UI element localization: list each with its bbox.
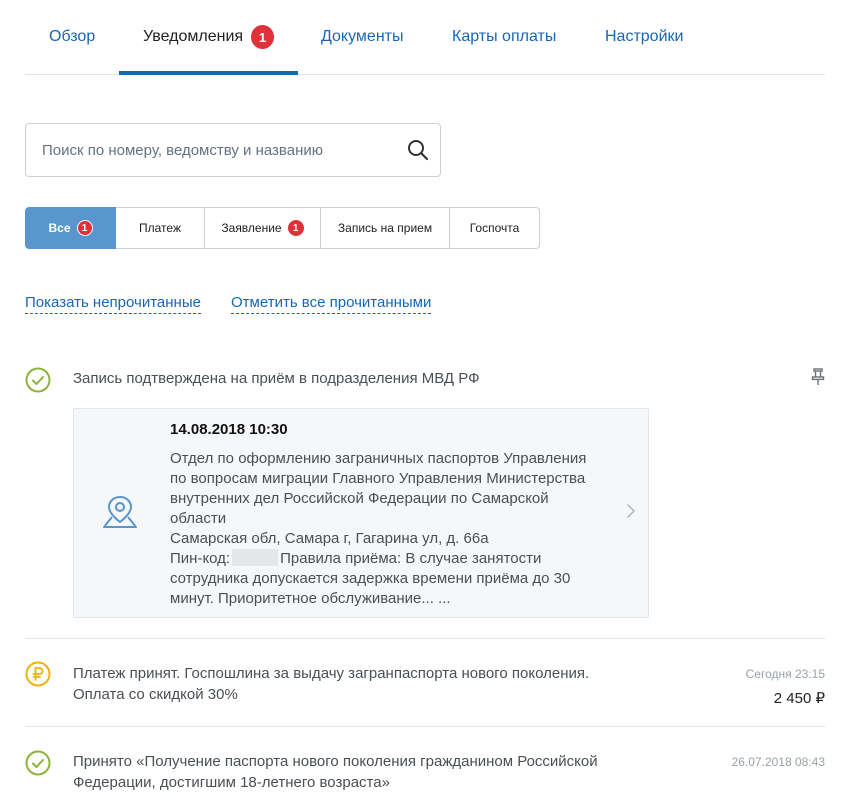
type-filter-group: Все 1 Платеж Заявление 1 Запись на прием…: [25, 207, 540, 249]
tab-payment-cards[interactable]: Карты оплаты: [452, 0, 556, 74]
department-address: Самарская обл, Самара г, Гагарина ул, д.…: [170, 530, 489, 547]
notification-title[interactable]: Принято «Получение паспорта нового покол…: [73, 751, 633, 793]
active-tab-indicator: [119, 71, 298, 75]
filter-gospochta[interactable]: Госпочта: [450, 207, 540, 249]
filter-gospochta-label: Госпочта: [469, 221, 520, 235]
tab-notifications-label: Уведомления: [143, 28, 244, 45]
ruble-circle-icon: [25, 661, 51, 687]
pin-icon[interactable]: [811, 368, 825, 386]
show-unread-link[interactable]: Показать непрочитанные: [25, 294, 201, 314]
mark-all-read-link[interactable]: Отметить все прочитанными: [231, 294, 432, 314]
pin-code-label: Пин-код:: [170, 550, 231, 567]
search-box: [25, 123, 441, 177]
tab-overview-label: Обзор: [49, 28, 96, 45]
appointment-datetime: 14.08.2018 10:30: [170, 421, 288, 438]
search-input[interactable]: [42, 124, 402, 176]
notification-title[interactable]: Платеж принят. Госпошлина за выдачу загр…: [73, 663, 633, 705]
tab-documents[interactable]: Документы: [321, 0, 403, 74]
filter-all-label: Все: [48, 221, 71, 235]
check-circle-icon: [25, 750, 51, 776]
filter-application-label: Заявление: [221, 221, 282, 235]
tab-overview[interactable]: Обзор: [49, 0, 95, 74]
location-icon: [103, 495, 137, 528]
notification-title[interactable]: Запись подтверждена на приём в подраздел…: [73, 368, 479, 389]
appointment-rules: Пин-код: Правила приёма: В случае занятос…: [170, 549, 590, 609]
payment-amount: 2 450 ₽: [773, 690, 825, 707]
tab-bar: Обзор Уведомления 1 Документы Карты опла…: [25, 0, 825, 75]
tab-settings[interactable]: Настройки: [605, 0, 683, 74]
tab-settings-label: Настройки: [605, 28, 684, 45]
notification-date: 26.07.2018 08:43: [731, 755, 825, 769]
check-circle-icon: [25, 367, 51, 393]
chevron-right-icon: [627, 504, 635, 518]
appointment-details: Отдел по оформлению заграничных паспорто…: [170, 449, 590, 609]
tab-notifications[interactable]: Уведомления 1: [119, 0, 298, 75]
filter-all-badge: 1: [76, 220, 93, 236]
filter-application[interactable]: Заявление 1: [205, 207, 321, 249]
search-icon[interactable]: [406, 138, 430, 162]
notification-divider: [25, 726, 825, 727]
department-name: Отдел по оформлению заграничных паспорто…: [170, 450, 587, 527]
notifications-count-badge: 1: [251, 25, 274, 49]
filter-payment[interactable]: Платеж: [116, 207, 205, 249]
appointment-card[interactable]: 14.08.2018 10:30 Отдел по оформлению заг…: [73, 408, 649, 618]
filter-payment-label: Платеж: [139, 221, 181, 235]
filter-appointment[interactable]: Запись на прием: [321, 207, 450, 249]
notification-divider: [25, 638, 825, 639]
pin-code-hidden: [232, 549, 279, 566]
filter-all[interactable]: Все 1: [25, 207, 116, 249]
tab-payment-cards-label: Карты оплаты: [452, 28, 557, 45]
filter-appointment-label: Запись на прием: [337, 221, 433, 235]
filter-application-badge: 1: [287, 220, 304, 236]
notification-date: Сегодня 23:15: [745, 667, 825, 681]
tab-documents-label: Документы: [321, 28, 404, 45]
